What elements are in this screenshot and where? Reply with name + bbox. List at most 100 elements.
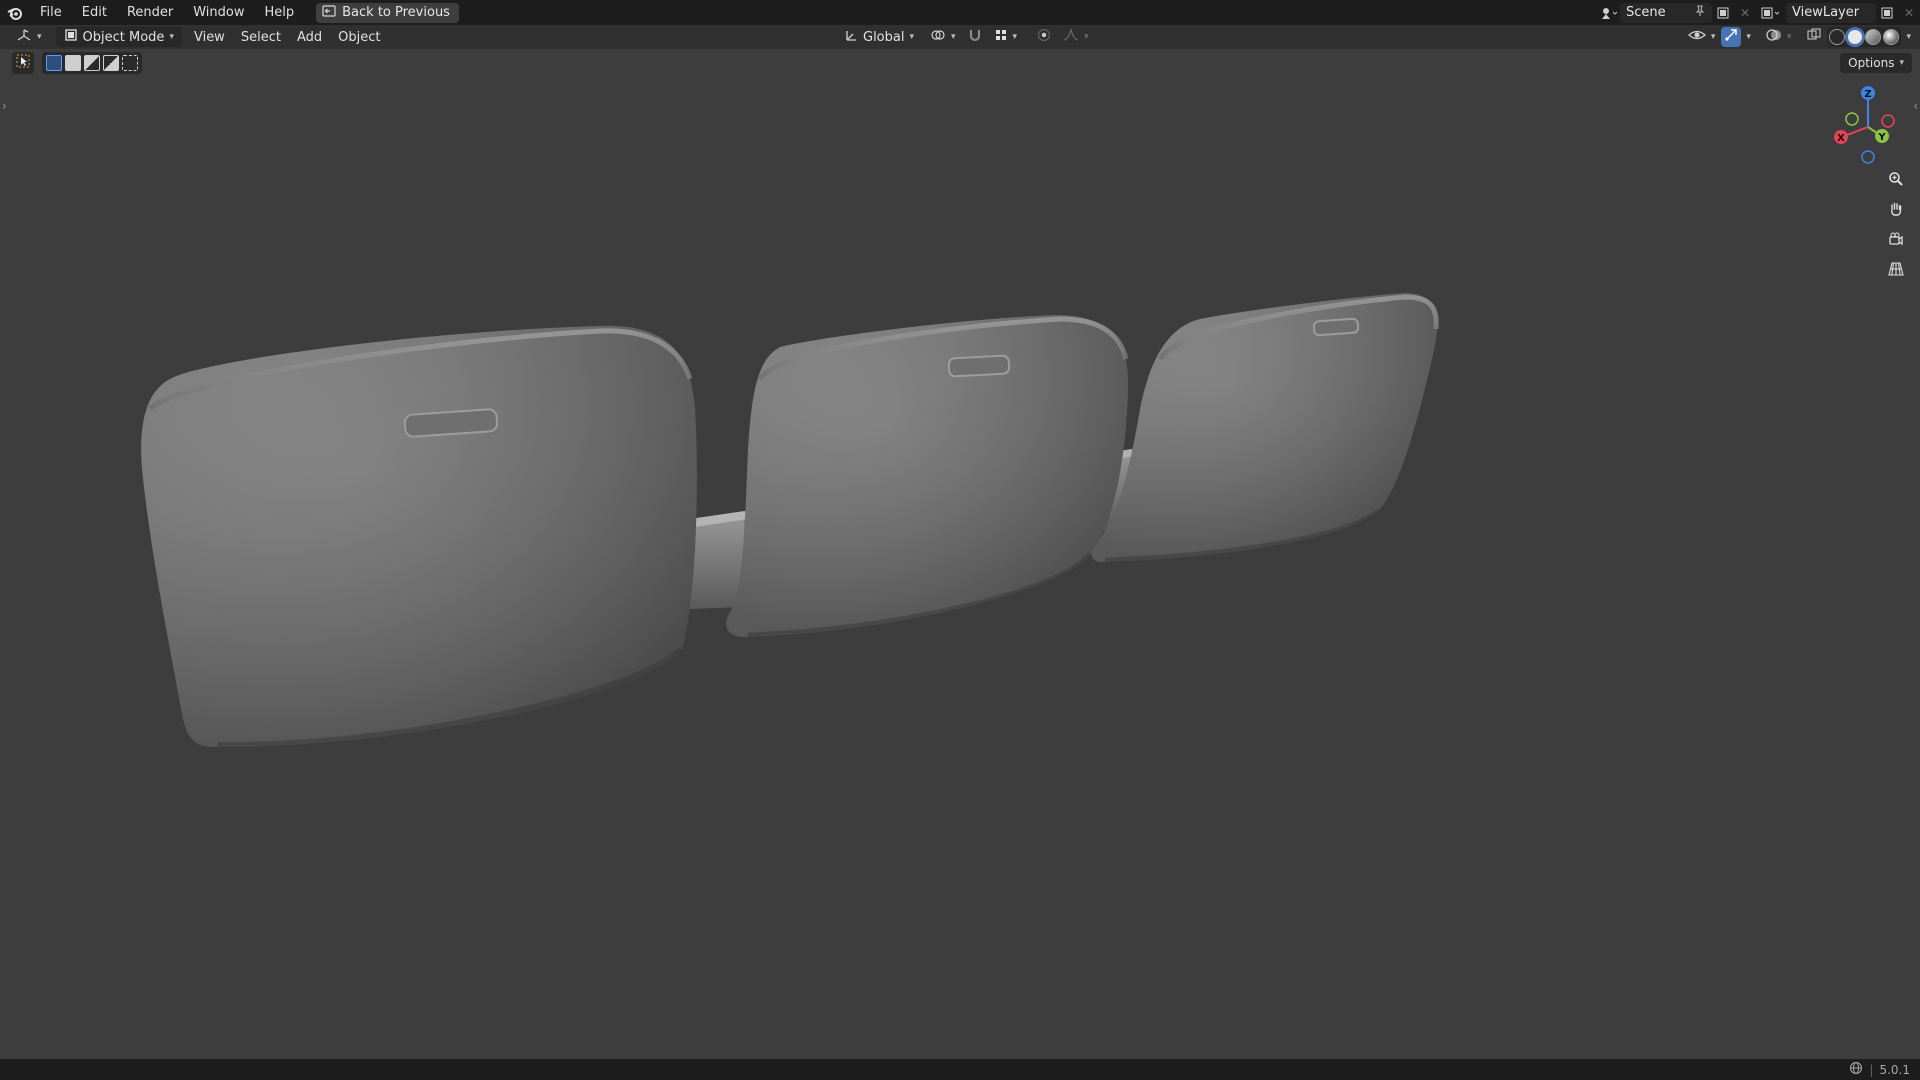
invert-selection-icon[interactable]: [103, 55, 119, 71]
shading-dropdown[interactable]: ▾: [1903, 27, 1914, 47]
perspective-toggle-button[interactable]: [1882, 257, 1910, 285]
shading-mode-group: [1827, 27, 1902, 47]
zoom-magnifier-icon: [1888, 171, 1904, 191]
overlays-toggle[interactable]: ▾: [1762, 27, 1796, 47]
snap-increment-icon: [994, 28, 1008, 46]
scene-name-text: Scene: [1626, 5, 1666, 20]
editor-type-selector[interactable]: ▾: [8, 27, 50, 47]
hand-pan-icon: [1888, 201, 1904, 221]
camera-view-button[interactable]: [1882, 227, 1910, 255]
snap-target-dropdown[interactable]: ▾: [990, 27, 1022, 47]
viewport-display-tools: ▾ ▾ ▾ ▾: [1684, 27, 1920, 47]
scene-selector-icon[interactable]: [1598, 3, 1620, 23]
zoom-button[interactable]: [1882, 167, 1910, 195]
delete-viewlayer-icon[interactable]: ✕: [1898, 3, 1920, 23]
gizmo-neg-x-handle[interactable]: [1881, 114, 1895, 128]
gizmo-dropdown[interactable]: ▾: [1743, 27, 1754, 47]
falloff-dropdown[interactable]: ▾: [1059, 27, 1093, 47]
chevron-down-icon: ▾: [1786, 32, 1792, 42]
chevron-down-icon: ▾: [1746, 32, 1751, 42]
gizmo-toggle[interactable]: [1721, 27, 1742, 47]
screen-back-icon: [322, 4, 336, 21]
pan-button[interactable]: [1882, 197, 1910, 225]
blender-logo-icon[interactable]: [0, 0, 30, 25]
eye-visibility-icon: [1687, 28, 1706, 46]
gizmo-y-label: Y: [1877, 132, 1886, 143]
options-label: Options: [1848, 56, 1895, 70]
rendered-shading-icon[interactable]: [1883, 29, 1900, 45]
visibility-dropdown[interactable]: ▾: [1684, 27, 1720, 47]
pivot-icon: [930, 28, 946, 46]
extend-selection-icon[interactable]: [65, 55, 81, 71]
scene-viewlayer-controls: Scene ✕ ViewLayer ✕: [1598, 0, 1920, 25]
perspective-grid-icon: [1888, 261, 1904, 281]
sidebar-expand-arrow-icon[interactable]: ‹: [1913, 99, 1918, 113]
set-new-selection-icon[interactable]: [46, 55, 62, 71]
back-to-previous-label: Back to Previous: [342, 5, 450, 20]
chevron-down-icon: ▾: [1899, 58, 1904, 68]
camera-icon: [1888, 231, 1904, 251]
solid-shading-icon[interactable]: [1847, 29, 1864, 45]
pin-icon[interactable]: [1694, 5, 1706, 21]
toolbar-expand-arrow-icon[interactable]: ›: [2, 99, 7, 113]
gizmo-neg-z-handle[interactable]: [1861, 150, 1875, 164]
snap-toggle[interactable]: [964, 27, 986, 47]
proportional-editing-icon: [1037, 28, 1051, 46]
delete-scene-icon[interactable]: ✕: [1734, 3, 1756, 23]
3d-viewport[interactable]: Options ▾ › ‹ Z Y X: [0, 49, 1920, 1059]
chevron-down-icon: ▾: [1084, 32, 1089, 42]
falloff-curve-icon: [1063, 27, 1079, 46]
mode-label: Object Mode: [82, 29, 165, 45]
scene-name-field[interactable]: Scene: [1620, 2, 1712, 23]
status-separator: |: [1869, 1062, 1874, 1077]
object-mode-icon: [64, 28, 78, 46]
chevron-down-icon: ▾: [169, 32, 174, 42]
transform-tools: Global ▾ ▾ ▾ ▾: [836, 27, 1093, 47]
cursor-arrow-icon: [16, 54, 30, 72]
xray-toggle[interactable]: [1803, 27, 1825, 47]
mode-dropdown[interactable]: Object Mode ▾: [55, 27, 182, 47]
navigation-gizmo[interactable]: Z Y X: [1826, 85, 1910, 169]
menu-select[interactable]: Select: [233, 27, 289, 47]
menu-help[interactable]: Help: [255, 0, 305, 25]
material-preview-shading-icon[interactable]: [1865, 29, 1882, 45]
proportional-editing-toggle[interactable]: [1033, 27, 1055, 47]
seat-back-left: [141, 325, 697, 749]
pivot-point-dropdown[interactable]: ▾: [926, 27, 960, 47]
new-viewlayer-icon[interactable]: [1876, 3, 1898, 23]
menu-file[interactable]: File: [30, 0, 72, 25]
wireframe-shading-icon[interactable]: [1829, 29, 1846, 45]
chevron-down-icon: ▾: [951, 32, 956, 42]
overlays-icon: [1766, 28, 1782, 46]
gizmo-x-label: X: [1837, 133, 1845, 144]
menu-add[interactable]: Add: [289, 27, 330, 47]
magnet-icon: [968, 28, 982, 46]
new-scene-icon[interactable]: [1712, 3, 1734, 23]
chevron-down-icon: ▾: [909, 32, 915, 42]
chevron-down-icon: ▾: [1012, 32, 1018, 42]
menu-window[interactable]: Window: [183, 0, 254, 25]
viewlayer-name-field[interactable]: ViewLayer: [1786, 2, 1876, 23]
viewport-header: ▾ Object Mode ▾ View Select Add Object G…: [0, 25, 1920, 49]
gizmo-z-label: Z: [1864, 89, 1871, 100]
xray-icon: [1807, 28, 1821, 46]
network-globe-icon: [1849, 1061, 1863, 1078]
version-label: 5.0.1: [1879, 1062, 1910, 1077]
orientation-dropdown[interactable]: Global ▾: [836, 27, 922, 47]
menu-render[interactable]: Render: [117, 0, 183, 25]
menu-view[interactable]: View: [186, 27, 233, 47]
back-to-previous-button[interactable]: Back to Previous: [316, 2, 459, 23]
viewlayer-selector-icon[interactable]: [1756, 3, 1786, 23]
select-tool-button[interactable]: [12, 52, 34, 74]
menu-edit[interactable]: Edit: [72, 0, 117, 25]
seat-back-middle: [726, 315, 1129, 638]
subtract-selection-icon[interactable]: [84, 55, 100, 71]
intersect-selection-icon[interactable]: [122, 55, 138, 71]
tool-settings-row: [0, 49, 142, 77]
menu-object[interactable]: Object: [330, 27, 388, 47]
transform-orientation-icon: [844, 28, 858, 46]
gizmo-neg-y-handle[interactable]: [1845, 112, 1859, 126]
options-dropdown[interactable]: Options ▾: [1840, 53, 1912, 73]
status-bar: | 5.0.1: [0, 1059, 1920, 1080]
viewlayer-name-text: ViewLayer: [1792, 5, 1860, 20]
